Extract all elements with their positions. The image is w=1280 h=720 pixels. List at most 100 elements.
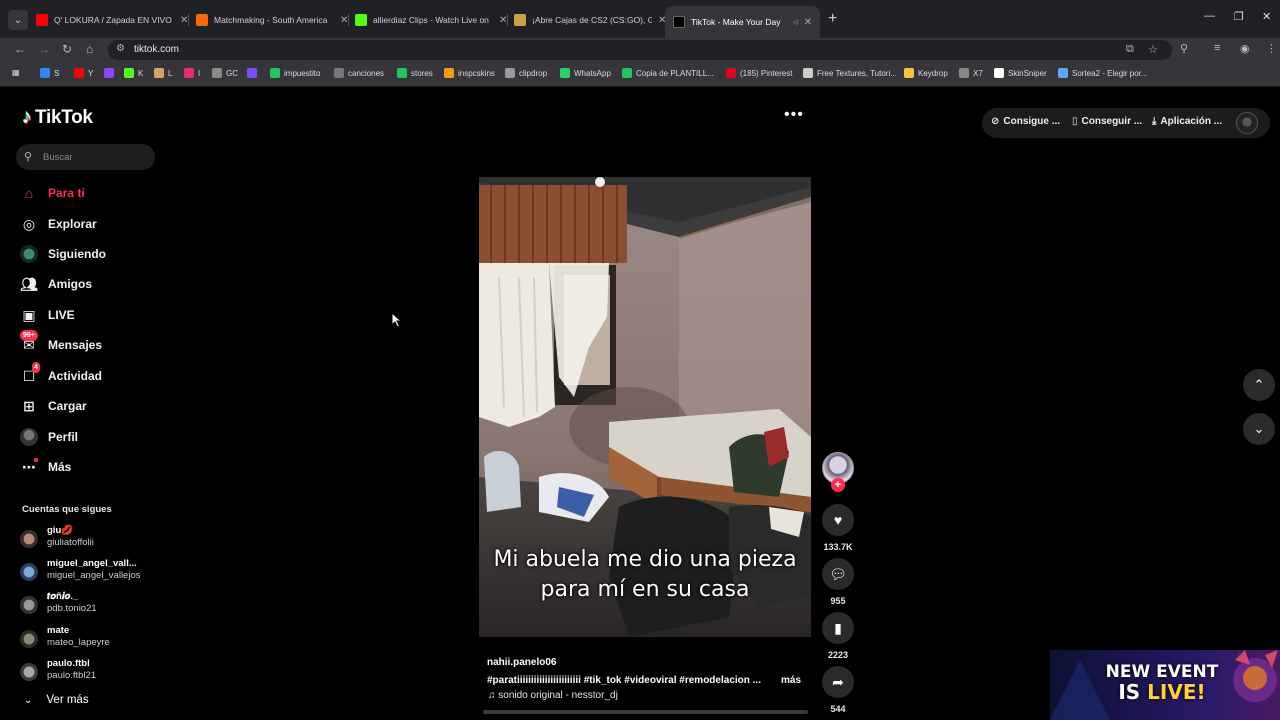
nav-item-amigos[interactable]: 👥︎ Amigos: [20, 274, 92, 294]
see-more-button[interactable]: ⌄ Ver más: [24, 694, 89, 706]
bookmark-item[interactable]: S: [40, 68, 59, 78]
previous-video-button[interactable]: ⌃: [1243, 369, 1275, 401]
bookmark-item[interactable]: stores: [397, 68, 433, 78]
bookmark-item[interactable]: clipdrop: [505, 68, 547, 78]
browser-tab[interactable]: allierdiaz Clips - Watch Live on ✕: [355, 8, 507, 32]
more-description-button[interactable]: más: [781, 675, 801, 686]
nav-item-live[interactable]: ▣ LIVE: [20, 305, 75, 325]
nav-item-mensajes[interactable]: ✉ 99+ Mensajes: [20, 330, 103, 355]
following-account[interactable]: giu💋 giuliatoffolii: [20, 525, 94, 548]
nav-item-actividad[interactable]: ☐ 4 Actividad: [20, 362, 102, 386]
bookmark-item[interactable]: Copia de PLANTILL...: [622, 68, 714, 78]
video-caption-line: para mí en su casa: [540, 577, 750, 602]
forward-arrow-icon[interactable]: →: [38, 42, 50, 56]
bookmark-item[interactable]: Keydrop: [904, 68, 948, 78]
bookmark-item[interactable]: Sortea2 - Elegir por...: [1058, 68, 1148, 78]
bookmark-item[interactable]: (185) Pinterest: [726, 68, 792, 78]
follow-plus-icon[interactable]: +: [831, 478, 845, 492]
bookmark-item[interactable]: [247, 68, 261, 78]
get-coins-button[interactable]: ⊘ Consigue ...: [991, 116, 1060, 127]
extensions-icon[interactable]: ⚲: [1180, 42, 1188, 55]
following-account[interactable]: mate mateo_lapeyre: [20, 625, 110, 648]
new-tab-plus-icon[interactable]: +: [828, 10, 837, 28]
apps-grid-icon[interactable]: ▦: [12, 68, 20, 77]
bookmark-item[interactable]: inspcskins: [444, 68, 495, 78]
bookmark-item[interactable]: GC: [212, 68, 238, 78]
user-avatar-button[interactable]: [1236, 112, 1258, 134]
bookmark-favicon-icon: [154, 68, 164, 78]
nav-item-para-ti[interactable]: ⌂ Para ti: [20, 183, 85, 203]
close-tab-icon[interactable]: ✕: [804, 17, 812, 28]
minimize-window-icon[interactable]: —: [1204, 10, 1215, 22]
browser-tab[interactable]: Matchmaking - South America ✕: [196, 8, 348, 32]
messages-icon: ✉ 99+: [20, 330, 38, 354]
bookmark-item[interactable]: SkinSniper: [994, 68, 1047, 78]
nav-item-mas[interactable]: ⋯ Más: [20, 457, 71, 477]
browser-tab-bar: ⌄ Q' LOKURA / Zapada EN VIVO c ✕ Matchma…: [0, 0, 1280, 38]
nav-item-siguiendo[interactable]: Siguiendo: [20, 244, 106, 264]
desktop-app-button[interactable]: ⤓ Aplicación ...: [1152, 116, 1222, 127]
nav-item-explorar[interactable]: ◎ Explorar: [20, 214, 97, 234]
nav-label: Cargar: [48, 399, 87, 413]
bookmark-item[interactable]: Free Textures, Tutori...: [803, 68, 897, 78]
friends-icon: 👥︎: [20, 275, 38, 292]
tiktok-note-icon: ♪: [22, 106, 32, 128]
bookmark-item[interactable]: canciones: [334, 68, 384, 78]
url-bar[interactable]: ⚙ tiktok.com ⧉ ☆: [108, 40, 1172, 60]
close-window-icon[interactable]: ✕: [1262, 10, 1271, 23]
comment-button[interactable]: 💬︎: [822, 558, 854, 590]
like-button[interactable]: ♥: [822, 504, 854, 536]
messages-badge: 99+: [20, 330, 38, 341]
following-account[interactable]: paulo.ftbl paulo.ftbl21: [20, 658, 96, 681]
tab-search-button[interactable]: ⌄: [8, 10, 28, 30]
browser-tab-active[interactable]: TikTok - Make Your Day ◃ ✕: [665, 6, 820, 38]
mouse-cursor-icon: [391, 312, 403, 328]
bookmark-star-icon[interactable]: ☆: [1148, 43, 1158, 56]
account-name: giu💋: [47, 525, 74, 536]
bookmark-item[interactable]: K: [124, 68, 143, 78]
bookmark-item[interactable]: Y: [74, 68, 93, 78]
video-sound-link[interactable]: ♫ sonido original - nesstor_dj: [488, 690, 618, 701]
video-player[interactable]: Mi abuela me dio una pieza para mí en su…: [479, 177, 811, 637]
tab-audio-icon[interactable]: ◃: [793, 17, 798, 28]
video-creator-username[interactable]: nahii.panelo06: [487, 657, 556, 668]
tiktok-favicon-icon: [673, 16, 685, 28]
video-progress-bar[interactable]: [483, 710, 808, 714]
nav-item-cargar[interactable]: ⊞ Cargar: [20, 396, 87, 416]
browser-tab[interactable]: Q' LOKURA / Zapada EN VIVO c ✕: [36, 8, 188, 32]
bookmark-label: K: [138, 68, 144, 78]
bookmark-item[interactable]: L: [154, 68, 172, 78]
event-banner[interactable]: NEW EVENT IS LIVE!: [1050, 650, 1280, 720]
kick-favicon-icon: [355, 14, 367, 26]
reload-icon[interactable]: ↻: [62, 42, 72, 56]
nav-item-perfil[interactable]: Perfil: [20, 427, 78, 447]
get-app-button[interactable]: ▯ Conseguir ...: [1072, 116, 1142, 127]
next-video-button[interactable]: ⌄: [1243, 413, 1275, 445]
bookmark-item[interactable]: X7: [959, 68, 983, 78]
coin-icon: ⊘: [991, 116, 1000, 127]
back-arrow-icon[interactable]: ←: [14, 42, 26, 56]
tiktok-logo[interactable]: ♪ TikTok: [22, 106, 93, 129]
browser-menu-icon[interactable]: ⋮: [1266, 42, 1277, 55]
browser-profile-icon[interactable]: ◉: [1240, 42, 1250, 55]
install-app-icon[interactable]: ⧉: [1126, 43, 1134, 56]
bookmark-item[interactable]: impuestito: [270, 68, 320, 78]
bookmark-item[interactable]: WhatsApp: [560, 68, 611, 78]
following-account[interactable]: miguel_angel_vall... miguel_angel_vallej…: [20, 558, 140, 581]
more-options-icon[interactable]: •••: [784, 106, 804, 124]
video-hashtags[interactable]: #paratiiiiiiiiiiiiiiiiiiiiiii #tik_tok #…: [487, 675, 801, 686]
search-input[interactable]: ⚲ Buscar: [16, 144, 155, 170]
bookmark-item[interactable]: [104, 68, 118, 78]
media-control-icon[interactable]: ≡: [1214, 42, 1220, 54]
bookmark-item[interactable]: I: [184, 68, 200, 78]
following-account[interactable]: 𝒕𝒐ñ𝒊𝒐._ pdb.tonio21: [20, 591, 97, 614]
home-icon[interactable]: ⌂: [86, 42, 93, 56]
nav-label: LIVE: [48, 308, 75, 322]
restore-window-icon[interactable]: ❐: [1234, 10, 1244, 23]
browser-tab[interactable]: ¡Abre Cajas de CS2 (CS:GO), Ga ✕: [514, 8, 666, 32]
nav-label: Mensajes: [48, 338, 103, 352]
share-button[interactable]: ➦: [822, 666, 854, 698]
site-settings-icon[interactable]: ⚙: [116, 43, 125, 54]
save-button[interactable]: ▮: [822, 612, 854, 644]
save-count: 2223: [827, 650, 849, 660]
